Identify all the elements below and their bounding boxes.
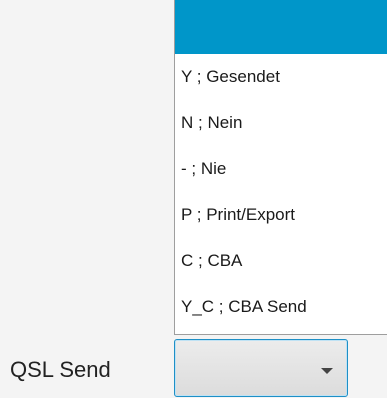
qsl-send-combobox[interactable] bbox=[174, 339, 348, 397]
dropdown-option-cba-send[interactable]: Y_C ; CBA Send bbox=[175, 284, 387, 330]
dropdown-option-empty[interactable] bbox=[175, 0, 387, 54]
dropdown-option-nein[interactable]: N ; Nein bbox=[175, 100, 387, 146]
qsl-send-dropdown-list[interactable]: Y ; Gesendet N ; Nein - ; Nie P ; Print/… bbox=[174, 0, 387, 335]
dropdown-option-nie[interactable]: - ; Nie bbox=[175, 146, 387, 192]
qsl-send-label: QSL Send bbox=[10, 357, 111, 382]
qsl-send-form: Y ; Gesendet N ; Nein - ; Nie P ; Print/… bbox=[0, 0, 387, 398]
dropdown-option-gesendet[interactable]: Y ; Gesendet bbox=[175, 54, 387, 100]
dropdown-option-cba[interactable]: C ; CBA bbox=[175, 238, 387, 284]
chevron-down-icon[interactable] bbox=[321, 368, 333, 374]
dropdown-option-print-export[interactable]: P ; Print/Export bbox=[175, 192, 387, 238]
